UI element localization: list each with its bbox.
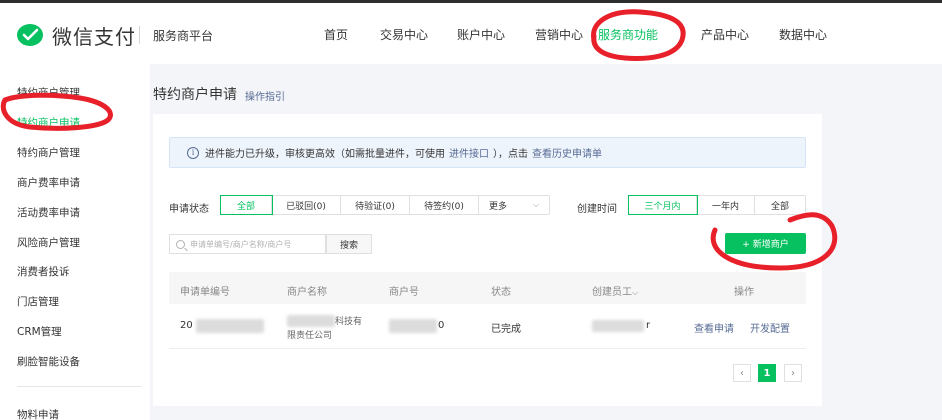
prev-page-button[interactable]: ‹ xyxy=(733,364,751,382)
wechat-pay-logo[interactable]: 微信支付 xyxy=(16,21,136,50)
chevron-down-icon: ⌵ xyxy=(533,200,540,209)
notice-text-middle: ），点击 xyxy=(493,149,528,160)
redacted-merchant-no xyxy=(389,319,437,333)
sidebar-divider xyxy=(17,386,141,387)
redacted-merchant-name xyxy=(287,315,335,327)
sort-chevron-icon: ⌵ xyxy=(632,288,639,297)
time-filter-group: 三个月内 一年内 全部 xyxy=(628,195,806,215)
cell-merchant-name-line1: 科技有 xyxy=(335,317,363,327)
wechat-pay-logo-icon xyxy=(17,23,43,46)
sidebar-item-special-merchant-application[interactable]: 特约商户申请 xyxy=(17,115,80,130)
column-header-actions: 操作 xyxy=(734,287,754,298)
sidebar-item-crm-management[interactable]: CRM管理 xyxy=(17,324,62,339)
time-filter-label: 创建时间 xyxy=(577,204,617,215)
status-option-pending-verification[interactable]: 待验证(0) xyxy=(341,196,410,214)
logo-text: 微信支付 xyxy=(52,25,136,49)
page-number-current[interactable]: 1 xyxy=(758,364,776,382)
nav-service-provider-functions[interactable]: 服务商功能 xyxy=(598,26,658,43)
view-application-link[interactable]: 查看申请 xyxy=(694,320,734,335)
nav-marketing-center[interactable]: 营销中心 xyxy=(535,26,583,43)
row-divider xyxy=(169,348,806,349)
sidebar-item-merchant-rate-application[interactable]: 商户费率申请 xyxy=(17,175,80,190)
time-option-three-months[interactable]: 三个月内 xyxy=(628,195,698,215)
status-option-all[interactable]: 全部 xyxy=(220,195,273,215)
time-option-all[interactable]: 全部 xyxy=(755,196,805,214)
time-option-one-year[interactable]: 一年内 xyxy=(697,196,755,214)
sidebar: 特约商户管理 特约商户申请 特约商户管理 商户费率申请 活动费率申请 风险商户管… xyxy=(0,64,150,420)
top-header: 微信支付 服务商平台 首页 交易中心 账户中心 营销中心 服务商功能 产品中心 … xyxy=(0,0,942,64)
dev-config-link[interactable]: 开发配置 xyxy=(750,320,790,335)
redacted-creator xyxy=(592,320,644,332)
column-header-creator[interactable]: 创建员工⌵ xyxy=(592,283,638,298)
sidebar-item-special-merchant-management-top[interactable]: 特约商户管理 xyxy=(17,85,80,100)
history-applications-link[interactable]: 查看历史申请单 xyxy=(532,145,602,160)
sidebar-item-special-merchant-management[interactable]: 特约商户管理 xyxy=(17,145,80,160)
sidebar-item-material-application[interactable]: 物料申请 xyxy=(17,407,59,420)
table-header xyxy=(169,272,806,304)
sidebar-item-risk-merchant-management[interactable]: 风险商户管理 xyxy=(17,235,80,250)
sidebar-item-consumer-complaints[interactable]: 消费者投诉 xyxy=(17,264,70,279)
nav-data-center[interactable]: 数据中心 xyxy=(779,26,827,43)
column-header-status: 状态 xyxy=(491,287,511,298)
search-field[interactable] xyxy=(169,234,326,254)
column-header-merchant-no: 商户号 xyxy=(389,287,419,298)
api-link[interactable]: 进件接口 xyxy=(449,145,489,160)
platform-name: 服务商平台 xyxy=(153,29,214,43)
info-notice: i 进件能力已升级，审核更高效（如需批量进件，可使用 进件接口 ），点击 查看历… xyxy=(169,137,806,168)
column-header-merchant-name: 商户名称 xyxy=(287,287,327,298)
cell-status: 已完成 xyxy=(491,324,521,335)
notice-text: 进件能力已升级，审核更高效（如需批量进件，可使用 xyxy=(205,149,445,160)
search-icon xyxy=(176,239,185,249)
header-divider xyxy=(139,26,140,44)
next-page-button[interactable]: › xyxy=(784,364,802,382)
add-merchant-button[interactable]: + 新增商户 xyxy=(725,233,806,254)
search-input[interactable] xyxy=(190,239,320,249)
sidebar-item-face-payment-devices[interactable]: 刷脸智能设备 xyxy=(17,354,80,369)
column-header-application-id: 申请单编号 xyxy=(180,287,230,298)
cell-merchant-name-line2: 限责任公司 xyxy=(287,331,333,341)
operation-guide-link[interactable]: 操作指引 xyxy=(245,88,285,103)
status-filter-group: 全部 已驳回(0) 待验证(0) 待签约(0) 更多 ⌵ xyxy=(220,195,550,215)
nav-account-center[interactable]: 账户中心 xyxy=(457,26,505,43)
cell-creator: r xyxy=(646,320,651,331)
nav-transaction-center[interactable]: 交易中心 xyxy=(380,26,428,43)
status-filter-label: 申请状态 xyxy=(169,204,209,215)
sidebar-item-activity-rate-application[interactable]: 活动费率申请 xyxy=(17,205,80,220)
info-icon: i xyxy=(187,146,199,159)
status-option-pending-signing[interactable]: 待签约(0) xyxy=(410,196,479,214)
nav-home[interactable]: 首页 xyxy=(324,26,348,43)
status-option-rejected[interactable]: 已驳回(0) xyxy=(272,196,341,214)
redacted-application-id xyxy=(196,319,264,333)
search-button[interactable]: 搜索 xyxy=(326,234,372,254)
nav-product-center[interactable]: 产品中心 xyxy=(701,26,749,43)
page-title: 特约商户申请 xyxy=(153,87,237,103)
more-label: 更多 xyxy=(489,201,508,212)
cell-application-id: 20 xyxy=(180,320,193,331)
status-option-more-dropdown[interactable]: 更多 ⌵ xyxy=(479,196,549,214)
sidebar-item-store-management[interactable]: 门店管理 xyxy=(17,294,59,309)
creator-header-label: 创建员工 xyxy=(592,287,632,298)
cell-merchant-no: 0 xyxy=(438,320,445,331)
